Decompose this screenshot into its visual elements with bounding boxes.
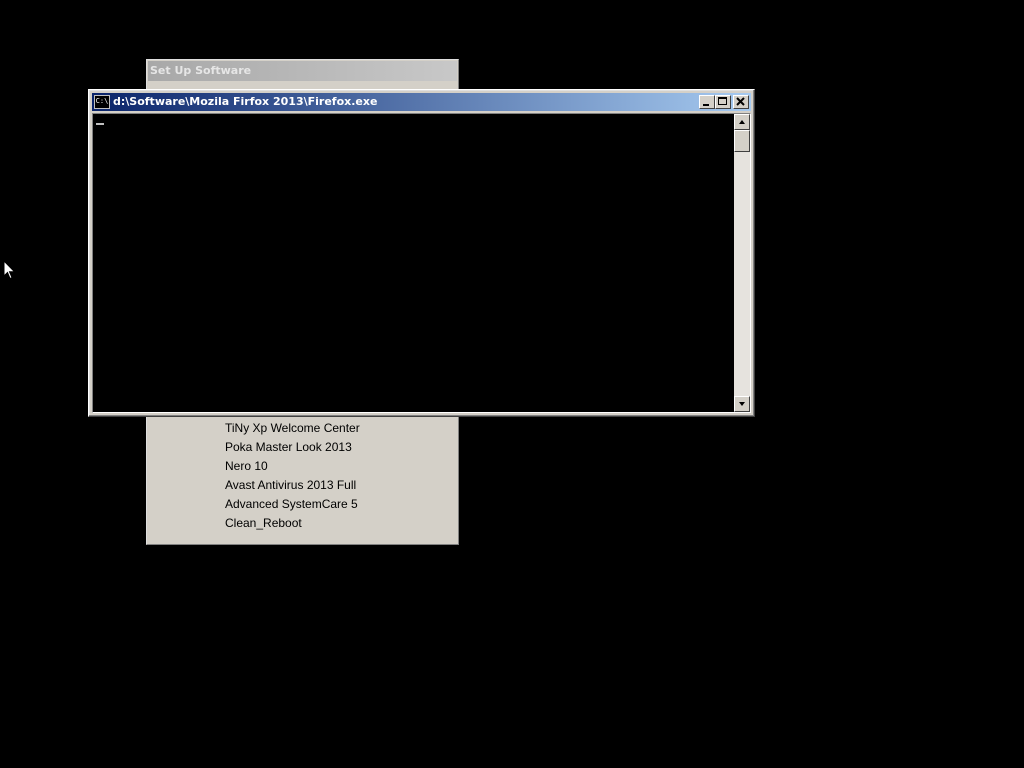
setup-software-list: TiNy Xp Welcome Center Poka Master Look …	[225, 419, 360, 533]
scroll-up-button[interactable]	[734, 114, 750, 130]
scroll-thumb[interactable]	[734, 130, 750, 152]
setup-item-clean-reboot[interactable]: Clean_Reboot	[225, 514, 360, 533]
close-button[interactable]	[733, 95, 749, 109]
scroll-down-button[interactable]	[734, 396, 750, 412]
mouse-pointer-icon	[3, 260, 16, 280]
console-icon[interactable]: C:\	[94, 95, 110, 109]
setup-item-nero[interactable]: Nero 10	[225, 457, 360, 476]
console-titlebar[interactable]: C:\ d:\Software\Mozila Firfox 2013\Firef…	[92, 93, 751, 111]
minimize-icon	[703, 104, 709, 106]
console-body	[92, 113, 751, 413]
setup-item-tiny-xp-welcome-center[interactable]: TiNy Xp Welcome Center	[225, 419, 360, 438]
maximize-icon	[718, 97, 727, 105]
console-window-title: d:\Software\Mozila Firfox 2013\Firefox.e…	[113, 95, 378, 108]
setup-window-titlebar: Set Up Software	[148, 61, 457, 81]
console-icon-label: C:\	[95, 97, 109, 105]
console-output-area[interactable]	[93, 114, 734, 412]
close-icon	[736, 97, 745, 106]
setup-item-advanced-systemcare[interactable]: Advanced SystemCare 5	[225, 495, 360, 514]
arrow-down-icon	[739, 402, 745, 406]
vertical-scrollbar[interactable]	[734, 114, 750, 412]
minimize-button[interactable]	[699, 95, 715, 109]
console-window[interactable]: C:\ d:\Software\Mozila Firfox 2013\Firef…	[88, 89, 755, 417]
arrow-up-icon	[739, 120, 745, 124]
title-buttons	[699, 95, 749, 109]
setup-item-avast-antivirus[interactable]: Avast Antivirus 2013 Full	[225, 476, 360, 495]
maximize-button[interactable]	[715, 95, 731, 109]
text-cursor	[96, 123, 104, 125]
setup-item-poka-master-look[interactable]: Poka Master Look 2013	[225, 438, 360, 457]
